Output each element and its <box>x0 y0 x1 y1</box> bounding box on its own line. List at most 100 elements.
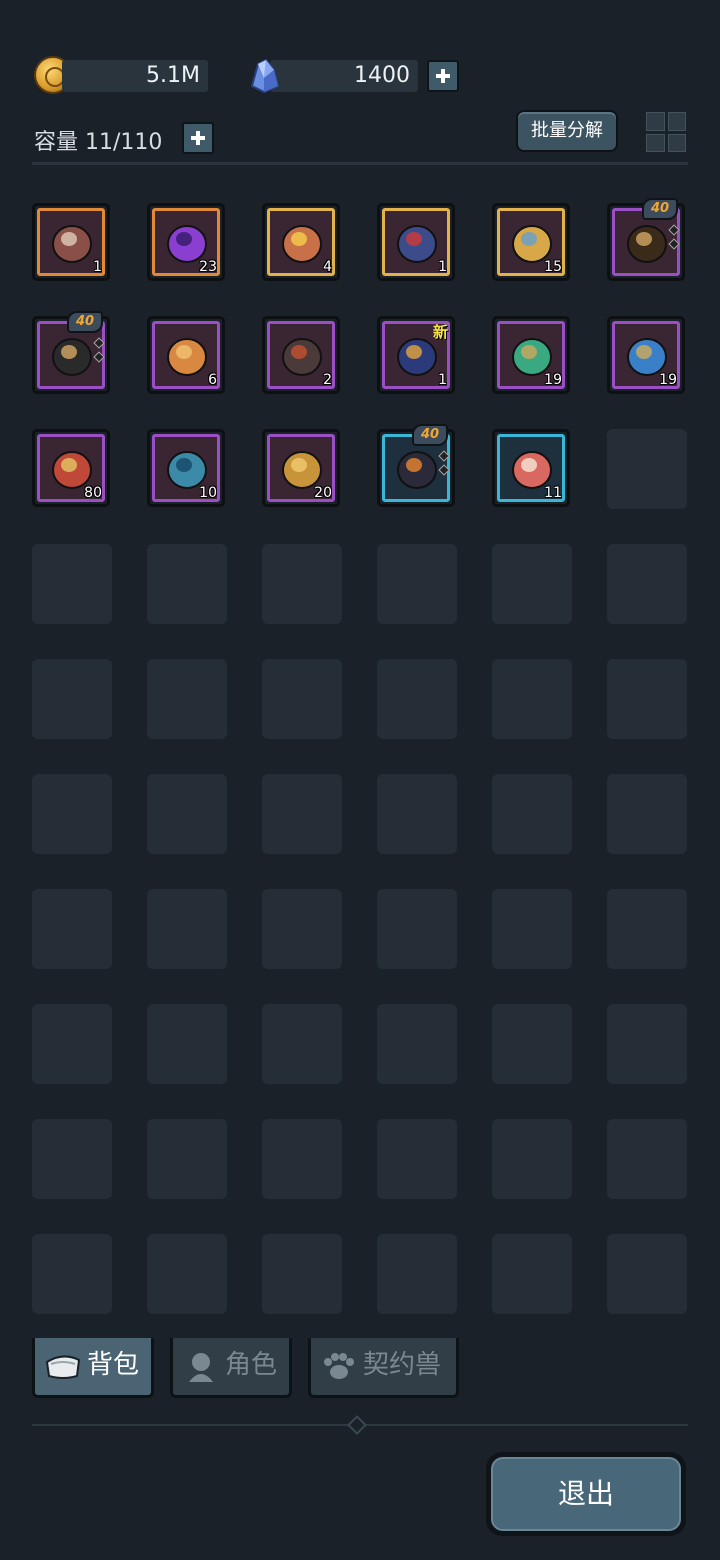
empty-slot <box>262 544 342 624</box>
empty-slot <box>262 659 342 739</box>
spiked-club-icon <box>627 225 667 263</box>
bag-icon <box>45 1355 81 1379</box>
item-slot-fire-seed-pouch[interactable]: 4 <box>262 203 340 281</box>
empty-slot <box>147 889 227 969</box>
item-slot-spiked-amulet[interactable]: 40 <box>32 311 110 394</box>
tab-pet-label: 契约兽 <box>363 1350 442 1380</box>
tab-pet[interactable]: 契约兽 <box>308 1338 459 1398</box>
mushroom-icon <box>52 225 92 263</box>
tab-role-label: 角色 <box>225 1350 278 1380</box>
spiked-amulet-icon <box>52 338 92 376</box>
item-level-badge: 40 <box>412 424 448 446</box>
item-slot-demon-helmet-egg[interactable]: 1 <box>377 203 455 281</box>
empty-slot <box>607 889 687 969</box>
empty-slot <box>32 544 112 624</box>
item-count: 15 <box>544 259 562 275</box>
empty-slot <box>147 774 227 854</box>
fire-seed-pouch-icon <box>282 225 322 263</box>
empty-slot <box>492 1119 572 1199</box>
empty-slot <box>607 659 687 739</box>
item-slot-red-elixir[interactable]: 80 <box>32 429 110 507</box>
item-count: 2 <box>323 372 332 388</box>
tab-bag[interactable]: 背包 <box>32 1338 154 1398</box>
item-slot-dark-potion[interactable]: 2 <box>262 316 340 394</box>
item-count: 10 <box>199 485 217 501</box>
item-count: 20 <box>314 485 332 501</box>
expand-capacity-button[interactable] <box>182 122 214 154</box>
item-count: 23 <box>199 259 217 275</box>
item-slot-mushroom[interactable]: 1 <box>32 203 110 281</box>
empty-slot <box>262 774 342 854</box>
empty-slot <box>377 544 457 624</box>
empty-slot <box>262 1119 342 1199</box>
empty-slot <box>492 774 572 854</box>
item-slot-blue-claw-charm[interactable]: 19 <box>607 316 685 394</box>
item-count: 80 <box>84 485 102 501</box>
empty-slot <box>492 544 572 624</box>
character-icon <box>189 1353 213 1382</box>
item-slot-crossed-swords-token[interactable]: 15 <box>492 203 570 281</box>
empty-slot <box>377 1234 457 1314</box>
inventory-grid: 1 23 4 1 15 40 40 6 2 新 1 19 19 80 10 20 40 11 <box>32 198 688 1314</box>
item-count: 19 <box>659 372 677 388</box>
capacity-label: 容量 11/110 <box>34 130 163 155</box>
empty-slot <box>262 889 342 969</box>
item-level-badge: 40 <box>67 311 103 333</box>
item-slot-ham[interactable]: 11 <box>492 429 570 507</box>
dark-potion-icon <box>282 338 322 376</box>
empty-slot <box>492 1234 572 1314</box>
crystal-amount: 1400 <box>354 63 410 88</box>
empty-slot <box>607 429 687 509</box>
gold-amount: 5.1M <box>146 63 200 88</box>
empty-slot <box>32 774 112 854</box>
empty-slot <box>492 889 572 969</box>
empty-slot <box>607 544 687 624</box>
empty-slot <box>262 1234 342 1314</box>
empty-slot <box>377 889 457 969</box>
gold-display: 5.1M <box>62 60 208 92</box>
new-item-badge: 新 <box>432 323 448 341</box>
empty-slot <box>147 1004 227 1084</box>
item-slot-blue-potion[interactable]: 新1 <box>377 316 455 394</box>
dark-helmet-icon <box>397 451 437 489</box>
paw-icon <box>324 1353 354 1379</box>
tab-role[interactable]: 角色 <box>170 1338 292 1398</box>
empty-slot <box>147 1119 227 1199</box>
item-count: 1 <box>438 259 447 275</box>
empty-slot <box>32 889 112 969</box>
item-slot-treasure-map[interactable]: 10 <box>147 429 225 507</box>
empty-slot <box>607 1234 687 1314</box>
empty-slot <box>492 659 572 739</box>
demon-helmet-egg-icon <box>397 225 437 263</box>
item-slot-dark-helmet[interactable]: 40 <box>377 424 455 507</box>
item-count: 4 <box>323 259 332 275</box>
item-count: 11 <box>544 485 562 501</box>
grid-view-icon[interactable] <box>646 112 686 152</box>
item-count: 6 <box>208 372 217 388</box>
empty-slot <box>607 1119 687 1199</box>
exit-button[interactable]: 退出 <box>486 1452 686 1536</box>
bulk-decompose-button[interactable]: 批量分解 <box>516 110 618 152</box>
item-count: 19 <box>544 372 562 388</box>
tab-bag-label: 背包 <box>87 1350 140 1380</box>
empty-slot <box>607 1004 687 1084</box>
item-count: 1 <box>93 259 102 275</box>
item-slot-bread[interactable]: 6 <box>147 316 225 394</box>
inventory-screen: 5.1M 1400 容量 11/110 批量分解 1 23 4 1 15 40 40 6 2 新 1… <box>0 0 720 1560</box>
crystal-display: 1400 <box>270 60 418 92</box>
add-crystals-button[interactable] <box>427 60 459 92</box>
item-count: 1 <box>438 372 447 388</box>
item-slot-spiked-club[interactable]: 40 <box>607 198 685 281</box>
exit-label: 退出 <box>491 1457 681 1531</box>
item-slot-purple-rune-stone[interactable]: 23 <box>147 203 225 281</box>
empty-slot <box>147 544 227 624</box>
crystal-icon <box>250 58 280 94</box>
empty-slot <box>147 659 227 739</box>
empty-slot <box>492 1004 572 1084</box>
item-slot-golden-key[interactable]: 20 <box>262 429 340 507</box>
empty-slot <box>32 1004 112 1084</box>
item-slot-green-claw-charm[interactable]: 19 <box>492 316 570 394</box>
empty-slot <box>147 1234 227 1314</box>
empty-slot <box>32 1119 112 1199</box>
empty-slot <box>32 1234 112 1314</box>
